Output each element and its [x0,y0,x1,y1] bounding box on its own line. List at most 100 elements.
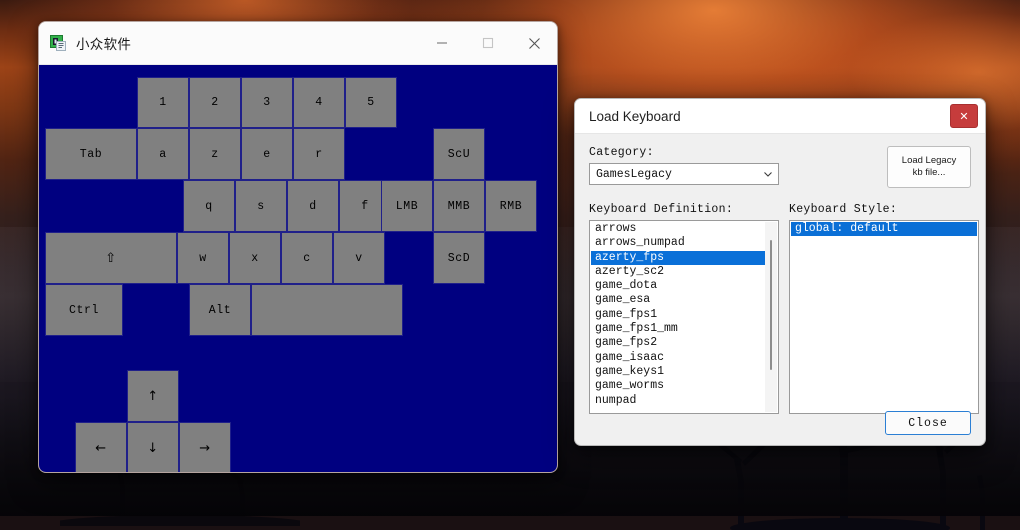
keyboard-definition-item[interactable]: game_keys1 [591,365,765,379]
key-[interactable]: ↑ [127,370,179,422]
list-item-label: game_fps1 [595,307,658,321]
key-label: 2 [211,96,219,109]
key-Ctrl[interactable]: Ctrl [45,284,123,336]
keyboard-definition-item[interactable]: game_dota [591,279,765,293]
category-label: Category: [589,146,654,159]
key-label: s [257,199,265,213]
close-dialog-button[interactable]: Close [885,411,971,435]
keyboard-style-list: global: default [791,222,977,412]
key-c[interactable]: c [281,232,333,284]
key-[interactable]: ⇧ [45,232,177,284]
dialog-body: Category: GamesLegacy Load Legacy kb fil… [575,134,985,445]
keyboard-definition-listbox[interactable]: arrows arrows_numpad azerty_fps azerty_sc2 g… [589,220,779,414]
lists-row: Keyboard Definition: arrows arrows_numpad… [589,203,979,414]
key-e[interactable]: e [241,128,293,180]
key-label: q [205,199,213,213]
scrollbar-thumb[interactable] [770,240,772,370]
keyboard-definition-item[interactable]: game_worms [591,379,765,393]
close-button[interactable] [511,22,557,64]
keyboard-definition-scrollbar[interactable] [765,222,777,412]
key-r[interactable]: r [293,128,345,180]
key-label: c [303,251,311,265]
key-Alt[interactable]: Alt [189,284,251,336]
key-label: x [251,251,259,265]
key-d[interactable]: d [287,180,339,232]
keyboard-style-item[interactable]: global: default [791,222,977,237]
key-RMB[interactable]: RMB [485,180,537,232]
key-5[interactable]: 5 [345,77,397,128]
keyboard-definition-item[interactable]: game_fps1 [591,308,765,322]
key-1[interactable]: 1 [137,77,189,128]
keyboard-definition-item[interactable]: game_isaac [591,351,765,365]
key-label: v [355,251,363,265]
keyboard-style-label: Keyboard Style: [789,203,898,216]
list-item-label: game_esa [595,293,651,307]
key-label: ScU [447,147,471,161]
key-x[interactable]: x [229,232,281,284]
key-label: RMB [499,199,523,213]
key-LMB[interactable]: LMB [381,180,433,232]
key-Tab[interactable]: Tab [45,128,137,180]
keyboard-definition-list: arrows arrows_numpad azerty_fps azerty_sc2 g… [591,222,765,412]
key-w[interactable]: w [177,232,229,284]
keyboard-window-titlebar[interactable]: 小众软件 [39,22,557,65]
list-item-label: game_dota [595,279,658,293]
app-icon [50,34,67,52]
key-4[interactable]: 4 [293,77,345,128]
key-label: ⇧ [105,250,117,266]
keyboard-definition-item[interactable]: numpad [591,394,765,408]
category-select[interactable]: GamesLegacy [589,163,779,185]
key-[interactable]: ← [75,422,127,472]
key-label: 4 [315,96,323,109]
key-label: r [315,147,323,161]
dialog-titlebar[interactable]: Load Keyboard ✕ [575,99,985,134]
list-item-label: azerty_fps [595,250,665,264]
list-item-label: game_fps2 [595,336,658,350]
list-item-label: azerty_sc2 [595,264,665,278]
key-3[interactable]: 3 [241,77,293,128]
key-label: MMB [447,199,471,213]
key-MMB[interactable]: MMB [433,180,485,232]
key-z[interactable]: z [189,128,241,180]
key-label: a [159,147,167,161]
list-item-label: global: default [795,222,899,235]
key-[interactable]: → [179,422,231,472]
list-item-label: game_worms [595,379,665,393]
keyboard-definition-item[interactable]: game_fps2 [591,336,765,350]
keyboard-style-listbox[interactable]: global: default [789,220,979,414]
list-item-label: arrows_numpad [595,236,685,250]
key-2[interactable]: 2 [189,77,241,128]
keyboard-definition-item[interactable]: azerty_sc2 [591,265,765,279]
key-label: 3 [263,96,271,109]
keyboard-window: 小众软件 1 2 3 4 5 Tab a z e r ScU q s d f LMB MMB RMB ⇧ w x c v Sc… [38,21,558,473]
key-ScU[interactable]: ScU [433,128,485,180]
keyboard-canvas: 1 2 3 4 5 Tab a z e r ScU q s d f LMB MMB RMB ⇧ w x c v ScD Ctrl… [39,65,557,472]
key-space[interactable] [251,284,403,336]
keyboard-definition-item[interactable]: arrows [591,222,765,236]
list-item-label: game_fps1_mm [595,322,678,336]
key-ScD[interactable]: ScD [433,232,485,284]
list-item-label: game_isaac [595,350,665,364]
key-label: ↑ [147,388,159,404]
category-column: Category: GamesLegacy [589,146,779,185]
category-row: Category: GamesLegacy Load Legacy kb fil… [589,146,971,188]
key-[interactable]: ↓ [127,422,179,472]
key-label: w [199,251,207,265]
key-label: 1 [159,96,167,109]
keyboard-definition-item[interactable]: game_esa [591,293,765,307]
key-q[interactable]: q [183,180,235,232]
keyboard-definition-item[interactable]: game_fps1_mm [591,322,765,336]
load-legacy-kb-file-button[interactable]: Load Legacy kb file... [887,146,971,188]
key-s[interactable]: s [235,180,287,232]
dialog-close-button[interactable]: ✕ [950,104,978,128]
keyboard-definition-item[interactable]: arrows_numpad [591,236,765,250]
key-v[interactable]: v [333,232,385,284]
maximize-button[interactable] [465,22,511,64]
keyboard-definition-item[interactable]: azerty_fps [591,250,765,265]
load-legacy-line1: Load Legacy [901,154,957,166]
key-a[interactable]: a [137,128,189,180]
list-item-label: game_keys1 [595,364,665,378]
key-label: d [309,199,317,213]
key-label: Tab [79,147,103,161]
minimize-button[interactable] [419,22,465,64]
